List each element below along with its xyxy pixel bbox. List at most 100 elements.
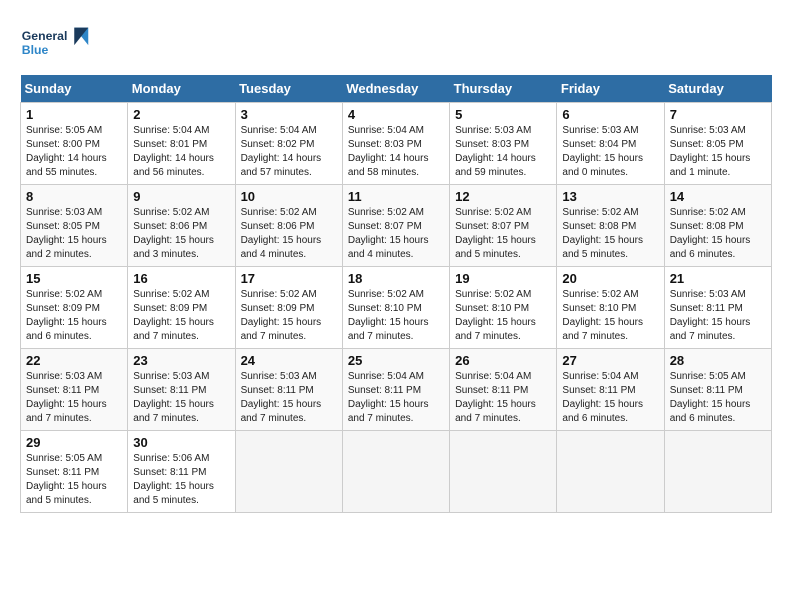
day-number: 25	[348, 353, 444, 368]
calendar-cell: 5 Sunrise: 5:03 AMSunset: 8:03 PMDaylight…	[450, 103, 557, 185]
day-info: Sunrise: 5:03 AMSunset: 8:11 PMDaylight:…	[241, 370, 337, 426]
day-info: Sunrise: 5:02 AMSunset: 8:07 PMDaylight:…	[455, 206, 551, 262]
day-number: 7	[670, 107, 766, 122]
day-number: 17	[241, 271, 337, 286]
calendar-cell: 2 Sunrise: 5:04 AMSunset: 8:01 PMDaylight…	[128, 103, 235, 185]
calendar-week-3: 15 Sunrise: 5:02 AMSunset: 8:09 PMDayligh…	[21, 267, 772, 349]
calendar-week-1: 1 Sunrise: 5:05 AMSunset: 8:00 PMDaylight…	[21, 103, 772, 185]
day-number: 8	[26, 189, 122, 204]
calendar-cell	[664, 431, 771, 513]
day-number: 28	[670, 353, 766, 368]
calendar-cell: 26Sunrise: 5:04 AMSunset: 8:11 PMDayligh…	[450, 349, 557, 431]
day-number: 11	[348, 189, 444, 204]
header-friday: Friday	[557, 75, 664, 103]
svg-text:General: General	[22, 29, 68, 43]
calendar-cell: 8 Sunrise: 5:03 AMSunset: 8:05 PMDaylight…	[21, 185, 128, 267]
day-info: Sunrise: 5:05 AMSunset: 8:11 PMDaylight:…	[670, 370, 766, 426]
calendar-cell: 9Sunrise: 5:02 AMSunset: 8:06 PMDaylight…	[128, 185, 235, 267]
day-number: 29	[26, 435, 122, 450]
calendar-cell: 13 Sunrise: 5:02 AMSunset: 8:08 PMDayligh…	[557, 185, 664, 267]
day-info: Sunrise: 5:05 AMSunset: 8:00 PMDaylight:…	[26, 124, 122, 180]
day-info: Sunrise: 5:02 AMSunset: 8:06 PMDaylight:…	[241, 206, 337, 262]
day-info: Sunrise: 5:03 AMSunset: 8:03 PMDaylight:…	[455, 124, 551, 180]
calendar-week-5: 29 Sunrise: 5:05 AMSunset: 8:11 PMDayligh…	[21, 431, 772, 513]
day-info: Sunrise: 5:04 AMSunset: 8:11 PMDaylight:…	[455, 370, 551, 426]
calendar-cell: 25 Sunrise: 5:04 AMSunset: 8:11 PMDayligh…	[342, 349, 449, 431]
calendar-cell: 12Sunrise: 5:02 AMSunset: 8:07 PMDayligh…	[450, 185, 557, 267]
day-info: Sunrise: 5:03 AMSunset: 8:11 PMDaylight:…	[670, 288, 766, 344]
day-info: Sunrise: 5:03 AMSunset: 8:11 PMDaylight:…	[133, 370, 229, 426]
calendar-cell: 7 Sunrise: 5:03 AMSunset: 8:05 PMDaylight…	[664, 103, 771, 185]
calendar-cell	[557, 431, 664, 513]
calendar-cell: 10Sunrise: 5:02 AMSunset: 8:06 PMDayligh…	[235, 185, 342, 267]
calendar-cell: 19Sunrise: 5:02 AMSunset: 8:10 PMDayligh…	[450, 267, 557, 349]
day-number: 18	[348, 271, 444, 286]
calendar-cell	[450, 431, 557, 513]
day-info: Sunrise: 5:02 AMSunset: 8:10 PMDaylight:…	[455, 288, 551, 344]
day-info: Sunrise: 5:05 AMSunset: 8:11 PMDaylight:…	[26, 452, 122, 508]
day-number: 20	[562, 271, 658, 286]
calendar-cell: 27 Sunrise: 5:04 AMSunset: 8:11 PMDayligh…	[557, 349, 664, 431]
calendar-cell: 14 Sunrise: 5:02 AMSunset: 8:08 PMDayligh…	[664, 185, 771, 267]
header-tuesday: Tuesday	[235, 75, 342, 103]
header-sunday: Sunday	[21, 75, 128, 103]
header-saturday: Saturday	[664, 75, 771, 103]
day-number: 21	[670, 271, 766, 286]
calendar-cell: 1 Sunrise: 5:05 AMSunset: 8:00 PMDaylight…	[21, 103, 128, 185]
day-number: 16	[133, 271, 229, 286]
day-number: 27	[562, 353, 658, 368]
day-info: Sunrise: 5:04 AMSunset: 8:01 PMDaylight:…	[133, 124, 229, 180]
calendar-cell: 29 Sunrise: 5:05 AMSunset: 8:11 PMDayligh…	[21, 431, 128, 513]
calendar-cell: 3 Sunrise: 5:04 AMSunset: 8:02 PMDaylight…	[235, 103, 342, 185]
header-wednesday: Wednesday	[342, 75, 449, 103]
day-info: Sunrise: 5:04 AMSunset: 8:02 PMDaylight:…	[241, 124, 337, 180]
calendar-cell	[342, 431, 449, 513]
calendar-cell: 23 Sunrise: 5:03 AMSunset: 8:11 PMDayligh…	[128, 349, 235, 431]
day-info: Sunrise: 5:04 AMSunset: 8:11 PMDaylight:…	[562, 370, 658, 426]
day-info: Sunrise: 5:02 AMSunset: 8:09 PMDaylight:…	[26, 288, 122, 344]
calendar-cell: 6Sunrise: 5:03 AMSunset: 8:04 PMDaylight…	[557, 103, 664, 185]
day-number: 1	[26, 107, 122, 122]
logo: General Blue	[20, 20, 90, 65]
header-thursday: Thursday	[450, 75, 557, 103]
calendar-cell: 17 Sunrise: 5:02 AMSunset: 8:09 PMDayligh…	[235, 267, 342, 349]
day-number: 23	[133, 353, 229, 368]
day-number: 9	[133, 189, 229, 204]
logo-icon: General Blue	[20, 20, 90, 65]
day-info: Sunrise: 5:04 AMSunset: 8:11 PMDaylight:…	[348, 370, 444, 426]
day-number: 4	[348, 107, 444, 122]
calendar-week-4: 22Sunrise: 5:03 AMSunset: 8:11 PMDayligh…	[21, 349, 772, 431]
svg-text:Blue: Blue	[22, 43, 49, 57]
day-info: Sunrise: 5:02 AMSunset: 8:10 PMDaylight:…	[562, 288, 658, 344]
calendar-table: Sunday Monday Tuesday Wednesday Thursday…	[20, 75, 772, 513]
day-info: Sunrise: 5:02 AMSunset: 8:08 PMDaylight:…	[670, 206, 766, 262]
calendar-cell	[235, 431, 342, 513]
day-info: Sunrise: 5:03 AMSunset: 8:05 PMDaylight:…	[26, 206, 122, 262]
day-number: 14	[670, 189, 766, 204]
day-number: 24	[241, 353, 337, 368]
day-number: 2	[133, 107, 229, 122]
day-info: Sunrise: 5:02 AMSunset: 8:09 PMDaylight:…	[133, 288, 229, 344]
calendar-cell: 28 Sunrise: 5:05 AMSunset: 8:11 PMDayligh…	[664, 349, 771, 431]
day-info: Sunrise: 5:04 AMSunset: 8:03 PMDaylight:…	[348, 124, 444, 180]
calendar-cell: 15 Sunrise: 5:02 AMSunset: 8:09 PMDayligh…	[21, 267, 128, 349]
day-number: 15	[26, 271, 122, 286]
calendar-header-row: Sunday Monday Tuesday Wednesday Thursday…	[21, 75, 772, 103]
day-info: Sunrise: 5:02 AMSunset: 8:08 PMDaylight:…	[562, 206, 658, 262]
header-monday: Monday	[128, 75, 235, 103]
calendar-cell: 18Sunrise: 5:02 AMSunset: 8:10 PMDayligh…	[342, 267, 449, 349]
calendar-body: 1 Sunrise: 5:05 AMSunset: 8:00 PMDaylight…	[21, 103, 772, 513]
calendar-cell: 20 Sunrise: 5:02 AMSunset: 8:10 PMDayligh…	[557, 267, 664, 349]
day-number: 5	[455, 107, 551, 122]
day-number: 3	[241, 107, 337, 122]
day-info: Sunrise: 5:03 AMSunset: 8:05 PMDaylight:…	[670, 124, 766, 180]
calendar-cell: 24 Sunrise: 5:03 AMSunset: 8:11 PMDayligh…	[235, 349, 342, 431]
calendar-cell: 22Sunrise: 5:03 AMSunset: 8:11 PMDayligh…	[21, 349, 128, 431]
page-header: General Blue	[20, 20, 772, 65]
day-number: 13	[562, 189, 658, 204]
calendar-cell: 11Sunrise: 5:02 AMSunset: 8:07 PMDayligh…	[342, 185, 449, 267]
day-info: Sunrise: 5:02 AMSunset: 8:09 PMDaylight:…	[241, 288, 337, 344]
day-info: Sunrise: 5:03 AMSunset: 8:04 PMDaylight:…	[562, 124, 658, 180]
calendar-cell: 16 Sunrise: 5:02 AMSunset: 8:09 PMDayligh…	[128, 267, 235, 349]
calendar-week-2: 8 Sunrise: 5:03 AMSunset: 8:05 PMDaylight…	[21, 185, 772, 267]
